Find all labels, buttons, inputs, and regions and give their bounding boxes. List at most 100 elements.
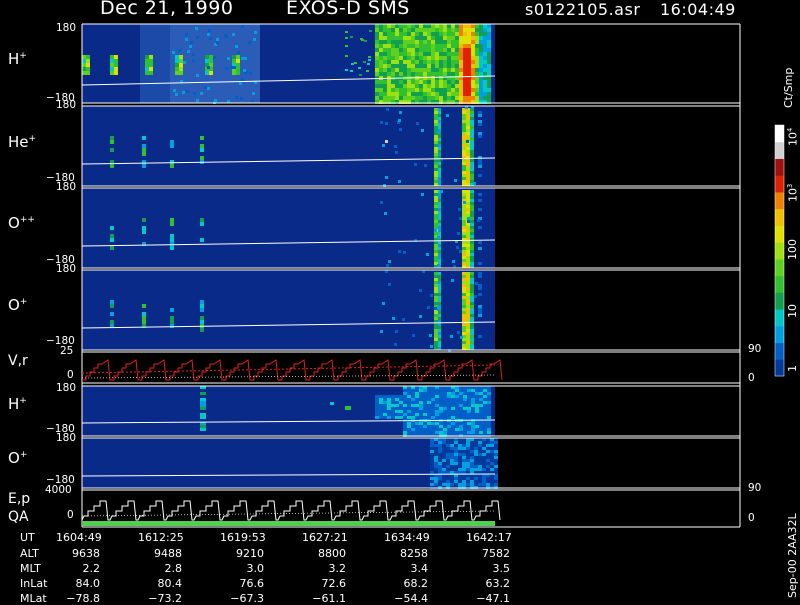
spectrogram-cell: [470, 468, 474, 471]
spectrogram-cell: [407, 44, 411, 48]
spectrogram-cell: [423, 389, 427, 392]
spectrogram-cell: [395, 410, 399, 413]
spectrogram-cell: [419, 72, 423, 76]
spectrogram-cell: [442, 459, 446, 462]
spectrogram-cell: [463, 52, 467, 56]
spectrogram-cell: [462, 483, 466, 486]
spectrogram-cell: [431, 52, 435, 56]
spectrogram-cell: [435, 80, 439, 84]
spectrogram-cell: [411, 88, 415, 92]
spectrogram-cell: [466, 287, 470, 290]
spectrogram-cell: [482, 444, 486, 447]
spectrogram-cell: [463, 64, 467, 68]
spectrogram-cell: [455, 389, 459, 392]
spectrogram-cell: [434, 287, 438, 290]
spectrogram-cell: [192, 59, 195, 62]
spectrogram-cell: [423, 28, 427, 32]
spectrogram-cell: [470, 447, 474, 450]
spectrogram-cell: [438, 253, 441, 256]
spectrogram-cell: [403, 36, 407, 40]
spectrogram-cell: [403, 398, 407, 401]
spectrogram-cell: [486, 462, 490, 465]
spectrogram-cell: [411, 395, 415, 398]
spectrogram-cell: [470, 135, 474, 138]
spectrogram-cell: [240, 97, 243, 100]
spectrogram-cell: [430, 441, 434, 444]
spectrogram-cell: [391, 88, 395, 92]
spectrogram-cell: [446, 444, 450, 447]
spectrogram-cell: [142, 312, 146, 316]
spectrogram-cell: [475, 96, 479, 100]
spectrogram-cell: [474, 477, 478, 480]
spectrogram-cell: [435, 56, 439, 60]
spectrogram-cell: [463, 88, 467, 92]
spectrogram-cell: [442, 480, 446, 483]
spectrogram-cell: [447, 68, 451, 72]
spectrogram-cell: [470, 208, 474, 211]
spectrogram-cell: [403, 401, 407, 404]
spectrogram-cell: [175, 67, 179, 71]
spectrogram-cell: [399, 36, 403, 40]
spectrogram-cell: [379, 416, 383, 419]
spectrogram-cell: [463, 68, 467, 72]
spectrogram-cell: [434, 247, 438, 250]
spectrogram-cell: [470, 223, 474, 226]
spectrogram-cell: [411, 407, 415, 410]
spectrogram-cell: [466, 159, 470, 162]
spectrogram-cell: [443, 428, 447, 431]
spectrogram-cell: [459, 28, 463, 32]
spectrogram-cell: [375, 52, 379, 56]
spectrogram-cell: [490, 462, 494, 465]
spectrogram-cell: [470, 462, 474, 465]
spectrogram-cell: [438, 275, 441, 278]
spectrogram-canvas: [81, 23, 785, 528]
spectrogram-cell: [475, 416, 479, 419]
spectrogram-cell: [142, 144, 146, 148]
spectrogram-cell: [415, 56, 419, 60]
spectrogram-cell: [438, 162, 441, 165]
spectrogram-cell: [386, 108, 389, 111]
colorbar-segment: [775, 325, 784, 344]
spectrogram-cell: [483, 410, 487, 413]
spectrogram-cell: [427, 428, 431, 431]
spectrogram-cell: [447, 92, 451, 96]
spectrogram-cell: [411, 96, 415, 100]
spectrogram-cell: [466, 468, 470, 471]
spectrogram-cell: [423, 80, 427, 84]
spectrogram-cell: [411, 64, 415, 68]
spectrogram-cell: [442, 453, 446, 456]
spectrogram-cell: [459, 52, 463, 56]
spectrogram-cell: [439, 410, 443, 413]
spectrogram-cell: [379, 36, 383, 40]
spectrogram-cell: [471, 413, 475, 416]
spectrogram-cell: [466, 332, 470, 335]
spectrogram-cell: [431, 395, 435, 398]
spectrogram-cell: [490, 447, 494, 450]
spectrogram-cell: [451, 28, 455, 32]
spectrogram-cell: [407, 404, 411, 407]
spectrogram-cell: [467, 60, 471, 64]
spectrogram-cell: [475, 428, 479, 431]
spectrogram-cell: [411, 72, 415, 76]
spectrogram-cell: [438, 480, 442, 483]
spectrogram-cell: [375, 407, 379, 410]
spectrogram-cell: [387, 96, 391, 100]
spectrogram-cell: [466, 132, 470, 135]
spectrogram-cell: [395, 398, 399, 401]
spectrogram-cell: [466, 180, 470, 183]
spectrogram-cell: [471, 92, 475, 96]
spectrogram-cell: [430, 483, 434, 486]
spectrogram-cell: [435, 40, 439, 44]
spectrogram-cell: [438, 287, 441, 290]
spectrogram-cell: [459, 425, 463, 428]
spectrogram-cell: [443, 64, 447, 68]
spectrogram-cell: [375, 28, 379, 32]
spectrogram-cell: [470, 290, 474, 293]
spectrogram-cell: [383, 48, 387, 52]
spectrogram-cell: [427, 36, 431, 40]
spectrogram-cell: [430, 345, 433, 348]
spectrogram-cell: [438, 244, 441, 247]
spectrogram-cell: [399, 84, 403, 88]
spectrogram-cell: [434, 162, 438, 165]
spectrogram-cell: [431, 36, 435, 40]
